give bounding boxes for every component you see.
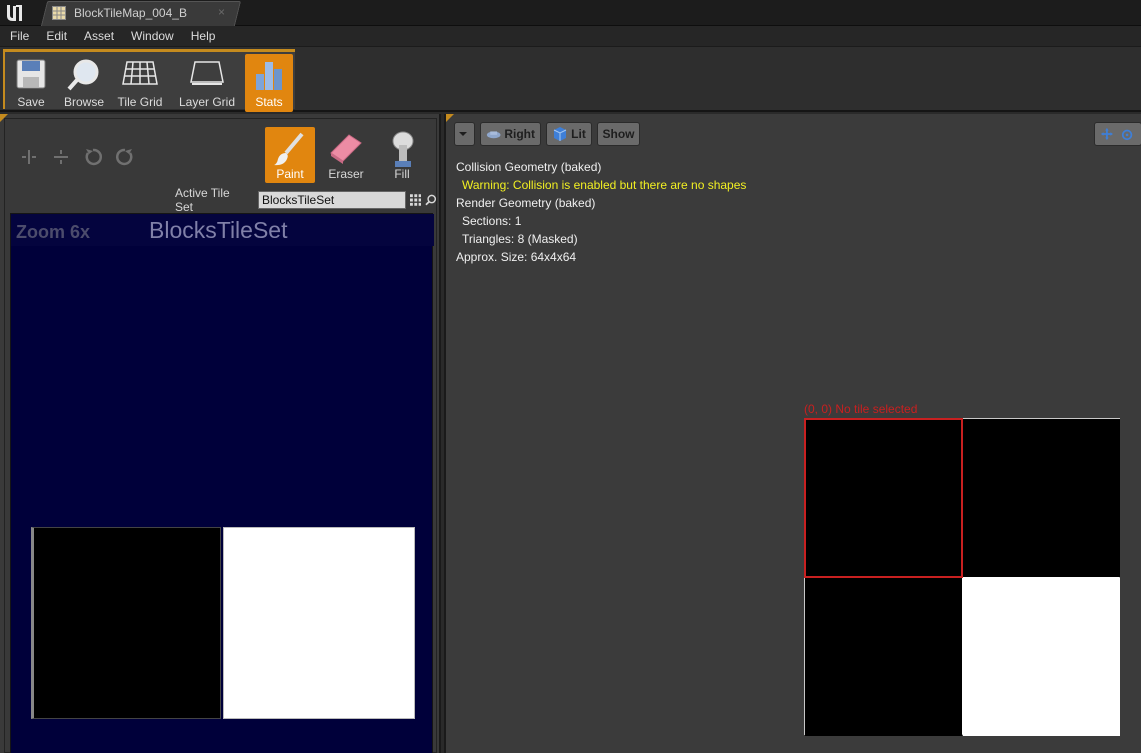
layer-grid-icon: [190, 61, 224, 85]
rotate-icon: [1121, 129, 1133, 141]
paint-tool-button[interactable]: Paint: [265, 127, 315, 183]
browse-button[interactable]: Browse: [59, 54, 109, 112]
save-button[interactable]: Save: [9, 54, 53, 112]
lit-button[interactable]: Lit: [546, 122, 592, 146]
show-label: Show: [602, 127, 635, 141]
tab-bar: BlockTileMap_004_B ×: [0, 0, 1141, 26]
tile-black[interactable]: [31, 527, 221, 719]
tilemap-icon: [52, 6, 66, 20]
tileset-viewer-header: Zoom 6x BlocksTileSet: [11, 214, 434, 246]
chevron-down-icon: [459, 132, 467, 136]
paint-bucket-icon: [392, 131, 414, 167]
approx-size-text: Approx. Size: 64x4x64: [456, 250, 577, 264]
paintbrush-icon: [274, 132, 304, 166]
camera-icon: [486, 131, 501, 139]
eraser-icon: [330, 134, 362, 164]
view-mode-label: Right: [504, 127, 535, 141]
eraser-label: Eraser: [328, 167, 364, 181]
menu-window[interactable]: Window: [131, 29, 174, 43]
tile-grid-button[interactable]: Tile Grid: [113, 54, 167, 112]
tileset-viewer[interactable]: Zoom 6x BlocksTileSet: [10, 213, 434, 753]
save-icon: [16, 59, 46, 89]
stats-label: Stats: [255, 95, 283, 109]
map-cell-0-1[interactable]: [805, 578, 962, 736]
lit-sphere-icon: [553, 127, 567, 141]
menu-file[interactable]: File: [10, 29, 29, 43]
menu-bar: File Edit Asset Window Help: [0, 26, 1141, 46]
map-cell-1-1[interactable]: [963, 578, 1120, 736]
rotate-cw-icon[interactable]: [115, 147, 135, 167]
tileset-title: BlocksTileSet: [149, 217, 288, 243]
magnifier-icon: [67, 59, 99, 91]
collision-warning-text: Warning: Collision is enabled but there …: [462, 178, 747, 192]
close-tab-icon[interactable]: ×: [218, 5, 225, 19]
document-tab-title: BlockTileMap_004_B: [74, 6, 187, 20]
tile-cursor-highlight: [804, 418, 963, 578]
menu-help[interactable]: Help: [191, 29, 216, 43]
move-icon: [1100, 127, 1113, 141]
active-tile-set-row: Active Tile Set: [175, 186, 437, 214]
show-button[interactable]: Show: [597, 122, 640, 146]
tileset-panel: Paint Eraser Fill Active Tile Set Blocks…: [0, 114, 441, 753]
triangles-text: Triangles: 8 (Masked): [462, 232, 578, 246]
zoom-label: Zoom 6x: [16, 222, 91, 242]
tilemap-editor-window: BlockTileMap_004_B × File Edit Asset Win…: [0, 0, 1141, 753]
view-mode-button[interactable]: Right: [480, 122, 541, 146]
flip-horizontal-icon[interactable]: [19, 147, 39, 167]
document-tab[interactable]: BlockTileMap_004_B: [52, 4, 232, 22]
search-icon[interactable]: [425, 194, 437, 206]
viewport-options-button[interactable]: [454, 122, 475, 146]
render-geometry-text: Render Geometry (baked): [456, 196, 596, 210]
layer-grid-button[interactable]: Layer Grid: [173, 54, 241, 112]
sections-text: Sections: 1: [462, 214, 522, 228]
flip-vertical-icon[interactable]: [51, 147, 71, 167]
browse-label: Browse: [63, 95, 104, 109]
stats-button[interactable]: Stats: [245, 54, 293, 112]
menu-asset[interactable]: Asset: [84, 29, 114, 43]
transform-tools: [19, 147, 135, 167]
layer-grid-label: Layer Grid: [178, 95, 236, 109]
active-tile-set-label: Active Tile Set: [175, 186, 230, 214]
asset-picker-icon[interactable]: [409, 194, 422, 206]
fill-tool-button[interactable]: Fill: [377, 127, 427, 183]
collision-geometry-text: Collision Geometry (baked): [456, 160, 602, 174]
active-tile-set-field[interactable]: [257, 191, 406, 209]
tile-grid-icon: [122, 61, 158, 85]
transform-mode-group[interactable]: [1094, 122, 1141, 146]
tile-grid-label: Tile Grid: [117, 95, 163, 109]
stats-overlay: Collision Geometry (baked) Warning: Coll…: [456, 158, 746, 266]
tile-selection-status: (0, 0) No tile selected: [804, 402, 918, 416]
map-viewport[interactable]: Right Lit Show Collision Geometry (baked…: [444, 114, 1141, 753]
paint-label: Paint: [276, 167, 304, 181]
stats-icon: [256, 62, 282, 90]
eraser-tool-button[interactable]: Eraser: [321, 127, 371, 183]
toolbar: Save Browse Tile Grid Layer Grid Stats: [0, 46, 1141, 112]
tileset-panel-body: Paint Eraser Fill Active Tile Set Blocks…: [4, 118, 437, 753]
viewport-corner-marker: [446, 114, 454, 122]
unreal-logo-icon[interactable]: [4, 3, 24, 23]
lit-label: Lit: [571, 127, 586, 141]
menu-edit[interactable]: Edit: [46, 29, 67, 43]
map-cell-1-0[interactable]: [963, 419, 1120, 577]
tile-white[interactable]: [223, 527, 415, 719]
toolbar-group: Save Browse Tile Grid Layer Grid Stats: [3, 49, 295, 112]
save-label: Save: [17, 95, 45, 109]
rotate-ccw-icon[interactable]: [83, 147, 103, 167]
